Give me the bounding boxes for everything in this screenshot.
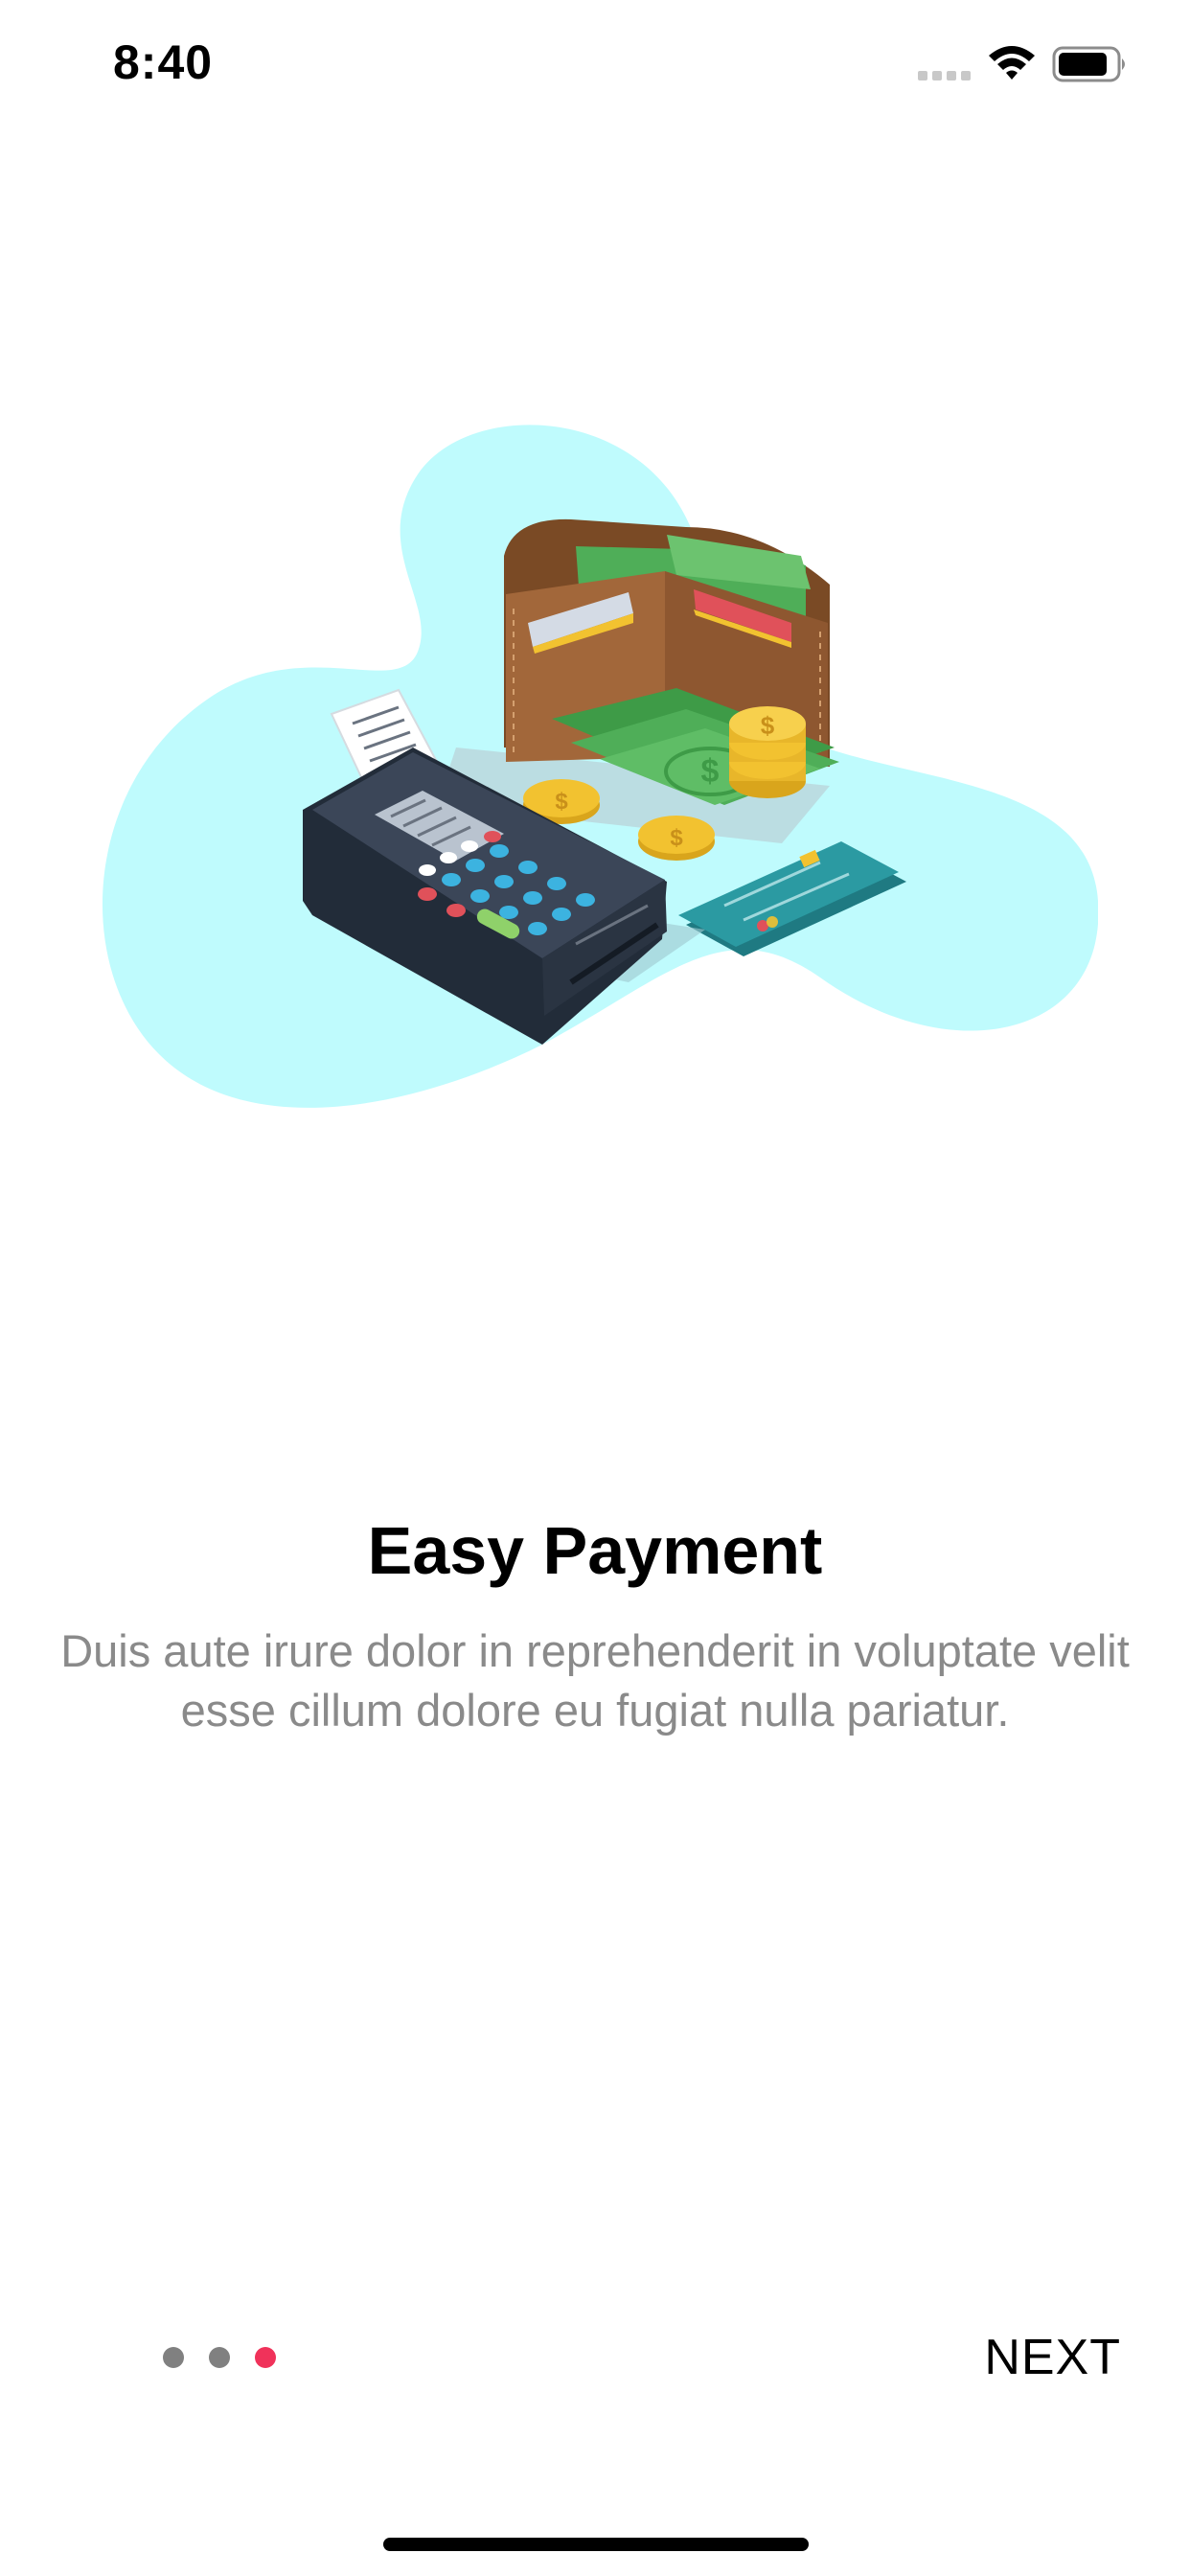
- status-bar: 8:40: [0, 0, 1190, 126]
- page-dot-2[interactable]: [209, 2347, 230, 2368]
- svg-text:$: $: [761, 711, 775, 740]
- next-button[interactable]: NEXT: [939, 2319, 1121, 2396]
- battery-icon: [1052, 46, 1125, 82]
- status-time: 8:40: [113, 35, 214, 89]
- page-dot-3-active[interactable]: [255, 2347, 276, 2368]
- svg-text:$: $: [701, 753, 720, 790]
- onboarding-title: Easy Payment: [367, 1513, 823, 1588]
- coin-stack: $: [729, 706, 806, 798]
- svg-text:$: $: [670, 825, 683, 851]
- page-dot-1[interactable]: [163, 2347, 184, 2368]
- wifi-icon: [989, 46, 1035, 80]
- coin: $: [638, 816, 715, 861]
- signal-icon: [918, 71, 971, 80]
- page-indicator: [163, 2344, 276, 2371]
- svg-text:$: $: [555, 789, 568, 815]
- payment-illustration: $ $ $ $: [103, 425, 1098, 1108]
- home-indicator[interactable]: [383, 2538, 809, 2551]
- onboarding-description: Duis aute irure dolor in reprehenderit i…: [60, 1625, 1130, 1736]
